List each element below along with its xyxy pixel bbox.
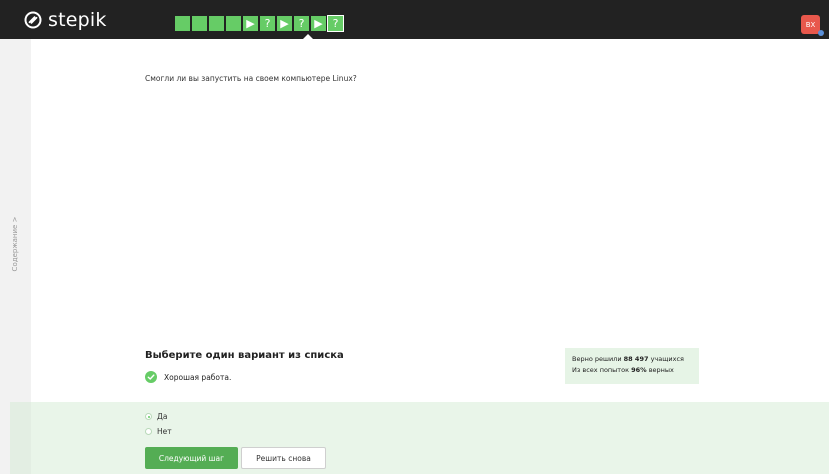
question-icon: ? <box>298 17 305 30</box>
correct-feedback: Хорошая работа. <box>145 371 231 383</box>
sidebar-contents-label: Содержание > <box>11 216 19 272</box>
lesson-steps-bar: ▶ ? ▶ ? ▶ ? <box>175 16 343 31</box>
feedback-text: Хорошая работа. <box>164 372 232 382</box>
step-quiz-8[interactable]: ? <box>294 16 309 31</box>
question-icon: ? <box>264 17 271 30</box>
top-navigation-bar: stepik ▶ ? ▶ ? ▶ ? BX <box>0 0 829 39</box>
option-yes[interactable]: Да <box>145 412 167 421</box>
step-text-4[interactable] <box>226 16 241 31</box>
step-statistics: Верно решили 88 497 учащихся Из всех поп… <box>565 348 699 384</box>
step-video-7[interactable]: ▶ <box>277 16 292 31</box>
option-yes-radio[interactable] <box>145 413 152 420</box>
notification-dot <box>818 30 824 36</box>
current-step-caret <box>303 34 313 39</box>
answer-panel-gutter <box>10 402 31 474</box>
task-title: Выберите один вариант из списка <box>145 350 344 361</box>
play-icon: ▶ <box>246 17 255 30</box>
play-icon: ▶ <box>314 17 323 30</box>
solve-again-button[interactable]: Решить снова <box>241 447 326 469</box>
stats-solved-suffix: учащихся <box>648 355 684 363</box>
option-yes-label: Да <box>157 412 168 421</box>
step-quiz-6[interactable]: ? <box>260 16 275 31</box>
step-text-3[interactable] <box>209 16 224 31</box>
option-no-radio[interactable] <box>145 428 152 435</box>
step-text-1[interactable] <box>175 16 190 31</box>
logo-text: stepik <box>48 9 107 31</box>
success-rate: 96% <box>631 366 647 374</box>
stepik-logo-icon <box>24 11 42 29</box>
solved-count: 88 497 <box>623 355 649 363</box>
question-text: Смогли ли вы запустить на своем компьюте… <box>145 74 357 83</box>
checkmark-icon <box>145 371 157 383</box>
option-no[interactable]: Нет <box>145 427 172 436</box>
stepik-logo[interactable]: stepik <box>24 9 107 31</box>
next-step-button[interactable]: Следующий шаг <box>145 447 238 469</box>
question-icon: ? <box>332 17 339 30</box>
stats-rate-suffix: верных <box>646 366 674 374</box>
step-video-5[interactable]: ▶ <box>243 16 258 31</box>
option-no-label: Нет <box>157 427 172 436</box>
step-video-9[interactable]: ▶ <box>311 16 326 31</box>
stats-solved-prefix: Верно решили <box>572 355 624 363</box>
answer-panel: Да Нет Следующий шаг Решить снова <box>10 402 829 474</box>
avatar-initials: BX <box>805 20 816 29</box>
step-text-2[interactable] <box>192 16 207 31</box>
stats-rate-line: Из всех попыток 96% верных <box>572 365 692 376</box>
stats-rate-prefix: Из всех попыток <box>572 366 632 374</box>
step-quiz-10-current[interactable]: ? <box>328 16 343 31</box>
stats-solved-line: Верно решили 88 497 учащихся <box>572 354 692 365</box>
play-icon: ▶ <box>280 17 289 30</box>
